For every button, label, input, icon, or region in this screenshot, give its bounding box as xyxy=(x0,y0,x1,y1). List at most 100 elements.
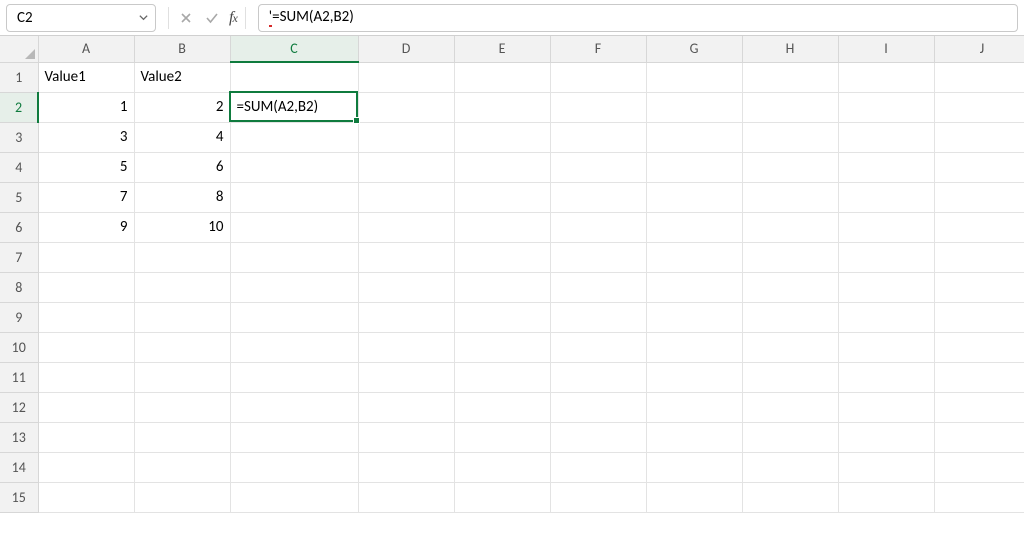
cell-D7[interactable] xyxy=(358,242,454,272)
row-header-1[interactable]: 1 xyxy=(0,62,38,92)
cell-D4[interactable] xyxy=(358,152,454,182)
cell-H11[interactable] xyxy=(742,362,838,392)
cell-B3[interactable]: 4 xyxy=(134,122,230,152)
cell-G8[interactable] xyxy=(646,272,742,302)
cell-E3[interactable] xyxy=(454,122,550,152)
row-header-2[interactable]: 2 xyxy=(0,92,38,122)
select-all-corner[interactable] xyxy=(0,36,38,62)
column-header-B[interactable]: B xyxy=(134,36,230,62)
cell-A2[interactable]: 1 xyxy=(38,92,134,122)
cell-A7[interactable] xyxy=(38,242,134,272)
column-header-D[interactable]: D xyxy=(358,36,454,62)
formula-input[interactable]: '=SUM(A2,B2) xyxy=(258,4,1018,32)
cell-J2[interactable] xyxy=(934,92,1024,122)
cell-A10[interactable] xyxy=(38,332,134,362)
row-header-5[interactable]: 5 xyxy=(0,182,38,212)
cell-B1[interactable]: Value2 xyxy=(134,62,230,92)
cell-G3[interactable] xyxy=(646,122,742,152)
cell-C1[interactable] xyxy=(230,62,358,92)
cell-I4[interactable] xyxy=(838,152,934,182)
cell-C9[interactable] xyxy=(230,302,358,332)
cell-F8[interactable] xyxy=(550,272,646,302)
cell-J9[interactable] xyxy=(934,302,1024,332)
cell-A13[interactable] xyxy=(38,422,134,452)
cell-D1[interactable] xyxy=(358,62,454,92)
cell-J12[interactable] xyxy=(934,392,1024,422)
cell-F9[interactable] xyxy=(550,302,646,332)
cell-A3[interactable]: 3 xyxy=(38,122,134,152)
cell-E5[interactable] xyxy=(454,182,550,212)
cell-D15[interactable] xyxy=(358,482,454,512)
cell-F3[interactable] xyxy=(550,122,646,152)
name-box[interactable]: C2 xyxy=(6,4,156,32)
cell-C15[interactable] xyxy=(230,482,358,512)
row-header-14[interactable]: 14 xyxy=(0,452,38,482)
cell-F15[interactable] xyxy=(550,482,646,512)
chevron-down-icon[interactable] xyxy=(137,12,149,24)
cell-B11[interactable] xyxy=(134,362,230,392)
cell-G6[interactable] xyxy=(646,212,742,242)
cell-H9[interactable] xyxy=(742,302,838,332)
cell-I2[interactable] xyxy=(838,92,934,122)
cell-D6[interactable] xyxy=(358,212,454,242)
cell-H10[interactable] xyxy=(742,332,838,362)
cell-J11[interactable] xyxy=(934,362,1024,392)
cell-B8[interactable] xyxy=(134,272,230,302)
cell-E10[interactable] xyxy=(454,332,550,362)
cell-G5[interactable] xyxy=(646,182,742,212)
cell-H15[interactable] xyxy=(742,482,838,512)
cell-B12[interactable] xyxy=(134,392,230,422)
cell-A14[interactable] xyxy=(38,452,134,482)
cell-B15[interactable] xyxy=(134,482,230,512)
cell-D14[interactable] xyxy=(358,452,454,482)
cell-F14[interactable] xyxy=(550,452,646,482)
cell-A1[interactable]: Value1 xyxy=(38,62,134,92)
cell-G2[interactable] xyxy=(646,92,742,122)
cell-J10[interactable] xyxy=(934,332,1024,362)
cell-H1[interactable] xyxy=(742,62,838,92)
cell-D12[interactable] xyxy=(358,392,454,422)
cell-A4[interactable]: 5 xyxy=(38,152,134,182)
column-header-C[interactable]: C xyxy=(230,36,358,62)
cell-D10[interactable] xyxy=(358,332,454,362)
cell-D5[interactable] xyxy=(358,182,454,212)
cell-J4[interactable] xyxy=(934,152,1024,182)
cell-H3[interactable] xyxy=(742,122,838,152)
cell-F1[interactable] xyxy=(550,62,646,92)
row-header-6[interactable]: 6 xyxy=(0,212,38,242)
cell-E15[interactable] xyxy=(454,482,550,512)
cell-C2[interactable]: =SUM(A2,B2) xyxy=(230,92,358,122)
cell-G13[interactable] xyxy=(646,422,742,452)
cell-D13[interactable] xyxy=(358,422,454,452)
cell-J8[interactable] xyxy=(934,272,1024,302)
cell-B13[interactable] xyxy=(134,422,230,452)
cell-C8[interactable] xyxy=(230,272,358,302)
column-header-F[interactable]: F xyxy=(550,36,646,62)
cell-J1[interactable] xyxy=(934,62,1024,92)
cell-J3[interactable] xyxy=(934,122,1024,152)
row-header-11[interactable]: 11 xyxy=(0,362,38,392)
cell-H12[interactable] xyxy=(742,392,838,422)
row-header-9[interactable]: 9 xyxy=(0,302,38,332)
cell-A9[interactable] xyxy=(38,302,134,332)
cell-E11[interactable] xyxy=(454,362,550,392)
cell-E8[interactable] xyxy=(454,272,550,302)
cell-C4[interactable] xyxy=(230,152,358,182)
cell-F13[interactable] xyxy=(550,422,646,452)
cell-I13[interactable] xyxy=(838,422,934,452)
cell-G7[interactable] xyxy=(646,242,742,272)
cell-B2[interactable]: 2 xyxy=(134,92,230,122)
cell-G1[interactable] xyxy=(646,62,742,92)
cell-G12[interactable] xyxy=(646,392,742,422)
cell-J7[interactable] xyxy=(934,242,1024,272)
cell-J13[interactable] xyxy=(934,422,1024,452)
row-header-12[interactable]: 12 xyxy=(0,392,38,422)
cell-B14[interactable] xyxy=(134,452,230,482)
column-header-H[interactable]: H xyxy=(742,36,838,62)
column-header-A[interactable]: A xyxy=(38,36,134,62)
cell-H6[interactable] xyxy=(742,212,838,242)
cell-H5[interactable] xyxy=(742,182,838,212)
cell-H2[interactable] xyxy=(742,92,838,122)
cell-F12[interactable] xyxy=(550,392,646,422)
cell-G15[interactable] xyxy=(646,482,742,512)
